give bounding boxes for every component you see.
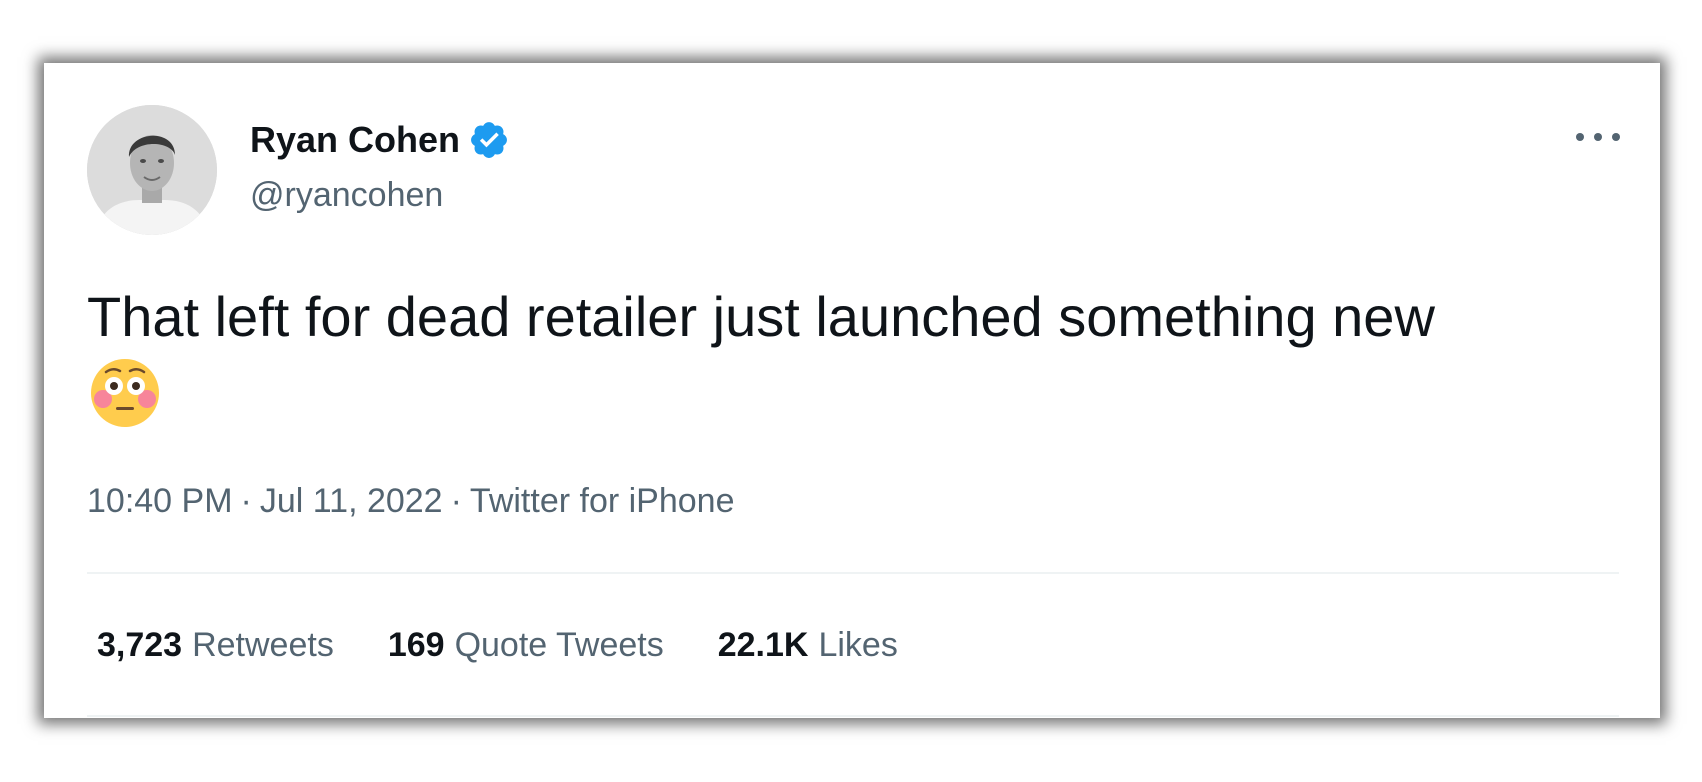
quote-tweets-count: 169 bbox=[387, 626, 445, 664]
retweets-label: Retweets bbox=[192, 626, 334, 664]
likes-label: Likes bbox=[818, 626, 898, 664]
more-options-icon[interactable] bbox=[1576, 127, 1620, 147]
dot bbox=[1594, 133, 1602, 141]
divider bbox=[87, 715, 1619, 717]
avatar-photo-icon bbox=[87, 105, 217, 235]
meta-separator: · bbox=[240, 482, 252, 520]
divider bbox=[87, 572, 1619, 574]
dot bbox=[1576, 133, 1584, 141]
dot bbox=[1612, 133, 1620, 141]
tweet-meta: 10:40 PM · Jul 11, 2022 · Twitter for iPhone bbox=[87, 479, 734, 523]
tweet-source[interactable]: Twitter for iPhone bbox=[470, 482, 735, 520]
likes-stat[interactable]: 22.1K Likes bbox=[718, 623, 898, 667]
tweet-text-block: That left for dead retailer just launche… bbox=[87, 283, 1627, 431]
tweet-stats: 3,723 Retweets 169 Quote Tweets 22.1K Likes bbox=[97, 623, 952, 667]
retweets-count: 3,723 bbox=[97, 626, 183, 664]
tweet-time[interactable]: 10:40 PM bbox=[87, 482, 233, 520]
tweet-text: That left for dead retailer just launche… bbox=[87, 285, 1435, 348]
author-handle[interactable]: @ryancohen bbox=[250, 173, 443, 217]
avatar[interactable] bbox=[87, 105, 217, 235]
tweet-date[interactable]: Jul 11, 2022 bbox=[260, 482, 443, 520]
likes-count: 22.1K bbox=[717, 626, 809, 664]
quote-tweets-label: Quote Tweets bbox=[454, 626, 664, 664]
meta-separator: · bbox=[450, 482, 462, 520]
retweets-stat[interactable]: 3,723 Retweets bbox=[97, 623, 334, 667]
author-name-row[interactable]: Ryan Cohen bbox=[250, 117, 510, 163]
tweet-card: Ryan Cohen @ryancohen That left for dead… bbox=[44, 63, 1660, 718]
flushed-face-icon bbox=[91, 359, 159, 427]
author-display-name[interactable]: Ryan Cohen bbox=[250, 117, 460, 163]
verified-badge-icon bbox=[471, 122, 507, 158]
quote-tweets-stat[interactable]: 169 Quote Tweets bbox=[388, 623, 664, 667]
